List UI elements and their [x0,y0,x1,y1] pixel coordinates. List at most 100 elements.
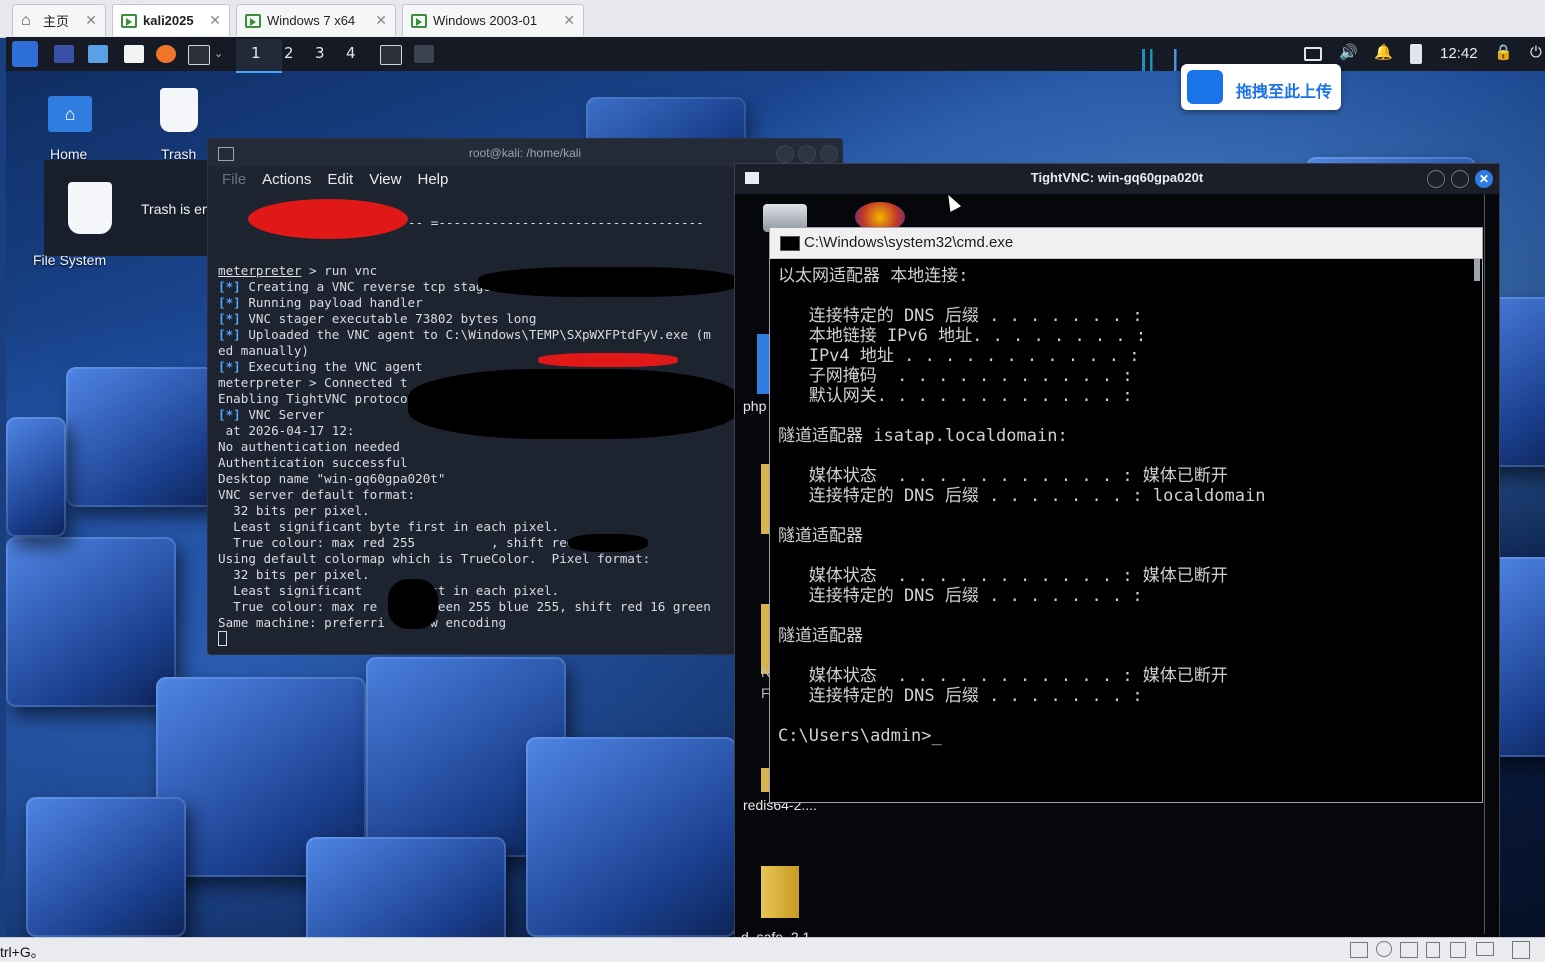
network-icon[interactable] [1400,942,1418,958]
workspace-1[interactable]: 1 [251,44,261,62]
zip-archive-icon[interactable] [761,866,799,918]
text-editor-icon[interactable] [124,45,144,63]
close-button[interactable]: ✕ [1475,170,1493,188]
window-task-icon[interactable] [414,45,434,63]
cloud-icon [1187,70,1223,104]
usb-icon[interactable] [1450,942,1466,958]
vnc-titlebar[interactable]: TightVNC: win-gq60gpa020t ✕ [735,164,1499,194]
close-icon[interactable]: ✕ [85,12,97,29]
tightvnc-window: TightVNC: win-gq60gpa020t ✕ php N F redi… [734,163,1500,939]
cmd-line [778,286,1482,306]
cmd-title: C:\Windows\system32\cmd.exe [804,234,1014,251]
cmd-line: 隧道适配器 [778,526,863,546]
term-line-text: VNC stager executable 73802 bytes long [240,311,537,326]
maximize-button[interactable] [798,145,816,163]
close-icon[interactable]: ✕ [375,12,387,29]
cmd-line: 连接特定的 DNS 后缀 . . . . . . . : [778,686,1143,706]
trash-icon [68,182,112,234]
menu-help[interactable]: Help [417,167,448,193]
display-icon[interactable] [1304,47,1322,61]
menu-view[interactable]: View [369,167,401,193]
vm-icon [411,13,427,28]
cmd-line: 以太网适配器 本地连接: [778,266,969,286]
volume-icon[interactable]: 🔊 [1339,43,1358,61]
cmd-line: 隧道适配器 isatap.localdomain: [778,426,1068,446]
maximize-button[interactable] [1451,170,1469,188]
vm-icon [121,13,137,28]
cmd-line [778,546,1482,566]
redaction-mark [538,353,678,367]
term-prompt: meterpreter [218,263,302,278]
cd-icon[interactable] [1376,941,1392,957]
cmd-line [778,446,1482,466]
vnc-window-icon [745,172,759,184]
cmd-titlebar[interactable]: C:\Windows\system32\cmd.exe [770,228,1482,259]
kali-menu-icon[interactable] [12,41,38,67]
message-icon[interactable] [1512,941,1530,959]
upload-widget[interactable]: 拖拽至此上传 [1181,64,1341,110]
tab-kali2025[interactable]: kali2025 ✕ [112,4,230,36]
tab-label: 主页 [43,14,70,29]
workspace-4[interactable]: 4 [346,44,356,62]
cmd-icon [780,236,800,251]
hdd-icon[interactable] [1350,942,1368,958]
notification-bell-icon[interactable]: 🔔 [1374,43,1393,61]
tab-windows2003[interactable]: Windows 2003-01 ✕ [402,4,584,36]
status-hint: trl+G。 [0,944,45,960]
tab-windows7[interactable]: Windows 7 x64 ✕ [236,4,396,36]
panel-clock[interactable]: 12:42 [1440,45,1478,62]
chevron-down-icon[interactable]: ⌄ [214,47,223,60]
cmd-output[interactable]: 以太网适配器 本地连接: 连接特定的 DNS 后缀 . . . . . . . … [778,266,1482,746]
workspace-2[interactable]: 2 [284,44,294,62]
vm-icon [245,13,261,28]
show-desktop-icon[interactable] [54,45,74,63]
trash-icon[interactable] [160,88,198,132]
php-label[interactable]: php [743,398,766,414]
vnc-remote-desktop[interactable]: php N F redis64-2.... d_safe_2.1 C:\Wind… [735,194,1499,938]
firefox-icon[interactable] [156,45,176,63]
home-folder-icon[interactable]: ⌂ [48,96,92,132]
redaction-mark [388,579,438,629]
cmd-line: 连接特定的 DNS 后缀 . . . . . . . : [778,586,1143,606]
terminal-icon[interactable] [188,45,210,65]
vnc-scrollbar[interactable] [1484,194,1495,934]
cmd-line: 连接特定的 DNS 后缀 . . . . . . . : localdomain [778,486,1266,506]
vnc-title: TightVNC: win-gq60gpa020t [1030,170,1204,185]
cmd-line [778,506,1482,526]
cmd-line: 子网掩码 . . . . . . . . . . . : [778,366,1133,386]
vmware-tab-strip: ⌂ 主页 ✕ kali2025 ✕ Windows 7 x64 ✕ Window… [0,0,1545,38]
cmd-line [778,606,1482,626]
cmd-line [778,646,1482,666]
term-command: > run vnc [301,263,378,278]
battery-icon[interactable] [1410,44,1422,64]
tab-home[interactable]: ⌂ 主页 ✕ [12,4,106,36]
cmd-line: 默认网关. . . . . . . . . . . . : [778,386,1133,406]
minimize-button[interactable] [776,145,794,163]
menu-edit[interactable]: Edit [327,167,353,193]
term-line-text: VNC Server [240,407,325,422]
home-icon: ⌂ [64,104,76,124]
menu-file[interactable]: File [222,167,246,193]
cmd-line: C:\Users\admin>_ [778,726,942,746]
lock-icon[interactable]: 🔒 [1494,43,1513,61]
logout-icon[interactable]: ⏻ [1530,43,1542,61]
cmd-line: 媒体状态 . . . . . . . . . . . : 媒体已断开 [778,466,1228,486]
cmd-scrollbar[interactable] [1474,259,1480,281]
sound-icon[interactable] [1426,942,1440,958]
file-manager-icon[interactable] [88,45,108,63]
home-icon: ⌂ [21,11,31,29]
minimize-button[interactable] [1427,170,1445,188]
cmd-line: 媒体状态 . . . . . . . . . . . : 媒体已断开 [778,566,1228,586]
close-button[interactable] [820,145,838,163]
menu-actions[interactable]: Actions [262,167,311,193]
upload-label: 拖拽至此上传 [1236,84,1333,101]
close-icon[interactable]: ✕ [209,12,221,29]
printer-icon[interactable] [1476,942,1494,956]
workspace-3[interactable]: 3 [315,44,325,62]
cmd-line: IPv4 地址 . . . . . . . . . . . : [778,346,1140,366]
terminal-task-icon[interactable] [380,45,402,65]
close-icon[interactable]: ✕ [563,12,575,29]
cmd-line [778,406,1482,426]
terminal-terminal-icon [218,147,234,161]
term-line-text: Running payload handler [240,295,423,310]
